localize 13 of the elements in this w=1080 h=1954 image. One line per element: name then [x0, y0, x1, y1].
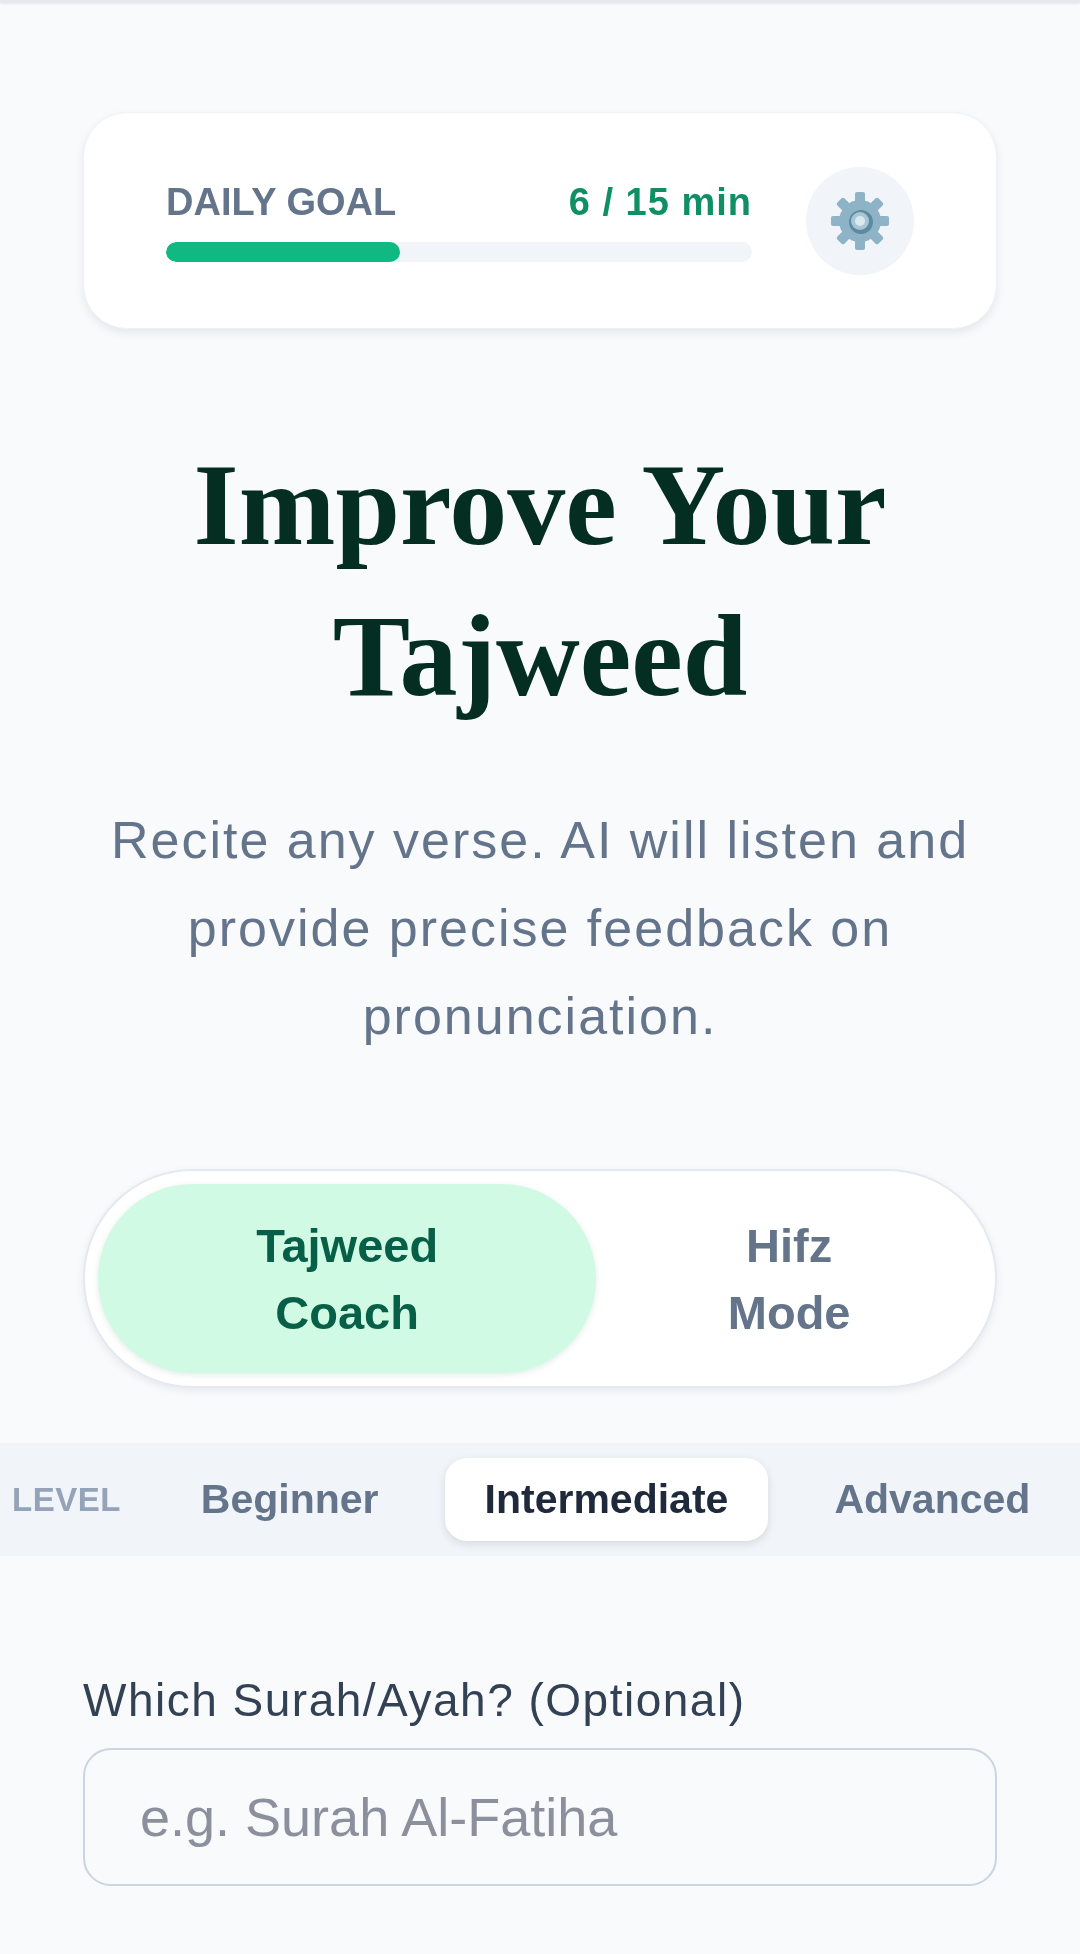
goal-progress-text: 6 / 15 min	[568, 179, 752, 224]
daily-goal-label: DAILY GOAL	[166, 179, 397, 224]
level-tab[interactable]: Advanced	[794, 1458, 1071, 1541]
level-label: LEVEL	[12, 1480, 121, 1519]
surah-field-label: Which Surah/Ayah? (Optional)	[83, 1673, 747, 1728]
mode-tab[interactable]: Hifz Mode	[596, 1184, 982, 1373]
page-subtitle: Recite any verse. AI will listen and provide precise feedback on pronunciation.	[109, 810, 971, 1047]
level-tab[interactable]: Beginner	[160, 1458, 419, 1541]
mode-tab[interactable]: Tajweed Coach	[98, 1184, 597, 1373]
settings-icon	[830, 190, 890, 251]
level-tab[interactable]: Intermediate	[444, 1458, 769, 1541]
surah-input-field[interactable]: e.g. Surah Al-Fatiha	[83, 1748, 997, 1886]
page-title: Improve Your Tajweed	[192, 440, 888, 722]
